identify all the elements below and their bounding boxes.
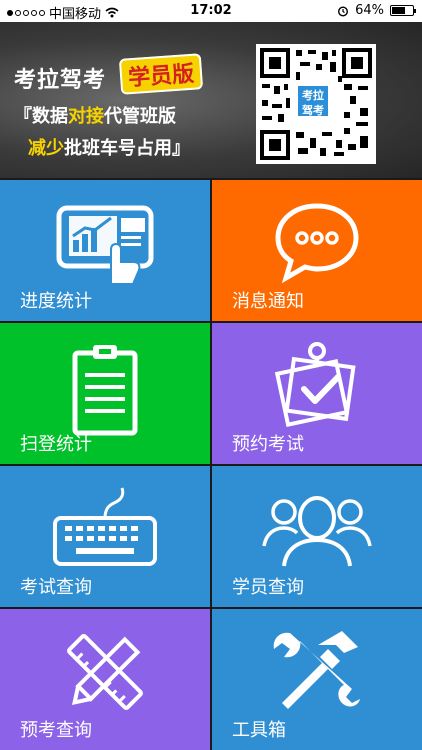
tile-book-exam[interactable]: 预约考试 xyxy=(212,323,422,464)
menu-grid: 进度统计 消息通知 扫登统计 预约考试 考试查询 学员查询 预考查询 工具箱 xyxy=(0,180,422,750)
tile-pre-exam-query[interactable]: 预考查询 xyxy=(0,609,210,750)
tile-student-query[interactable]: 学员查询 xyxy=(212,466,422,607)
tile-label: 预考查询 xyxy=(20,720,92,741)
tools-icon xyxy=(272,627,362,721)
message-bubble-icon xyxy=(272,198,362,292)
tile-label: 预约考试 xyxy=(232,434,304,455)
tile-toolbox[interactable]: 工具箱 xyxy=(212,609,422,750)
tile-label: 工具箱 xyxy=(232,720,286,741)
banner-line-1: 『数据对接代管班版 xyxy=(14,106,176,127)
tile-label: 考试查询 xyxy=(20,577,92,598)
qr-logo: 考拉 驾考 xyxy=(296,84,330,118)
tile-label: 扫登统计 xyxy=(20,434,92,455)
promo-banner[interactable]: 考拉驾考 学员版 『数据对接代管班版 减少批班车号占用』 考拉 驾考 xyxy=(0,22,422,178)
tile-label: 进度统计 xyxy=(20,291,92,312)
alarm-icon xyxy=(338,5,349,17)
appointment-check-icon xyxy=(272,341,362,435)
pencil-ruler-icon xyxy=(60,627,150,721)
status-bar: 中国移动 17:02 64% xyxy=(0,0,422,22)
tile-label: 消息通知 xyxy=(232,291,304,312)
tile-exam-query[interactable]: 考试查询 xyxy=(0,466,210,607)
banner-badge: 学员版 xyxy=(118,53,204,95)
tile-scan-stats[interactable]: 扫登统计 xyxy=(0,323,210,464)
battery-icon xyxy=(390,5,416,16)
tile-label: 学员查询 xyxy=(232,577,304,598)
battery-percent: 64% xyxy=(355,3,384,18)
clipboard-icon xyxy=(65,341,145,440)
tile-progress-stats[interactable]: 进度统计 xyxy=(0,180,210,321)
banner-line-2: 减少批班车号占用』 xyxy=(28,138,190,159)
banner-title: 考拉驾考 xyxy=(14,68,107,93)
qr-code: 考拉 驾考 xyxy=(256,44,376,164)
tile-messages[interactable]: 消息通知 xyxy=(212,180,422,321)
keyboard-icon xyxy=(50,484,160,578)
users-icon xyxy=(262,484,372,578)
progress-chart-icon xyxy=(55,198,155,292)
